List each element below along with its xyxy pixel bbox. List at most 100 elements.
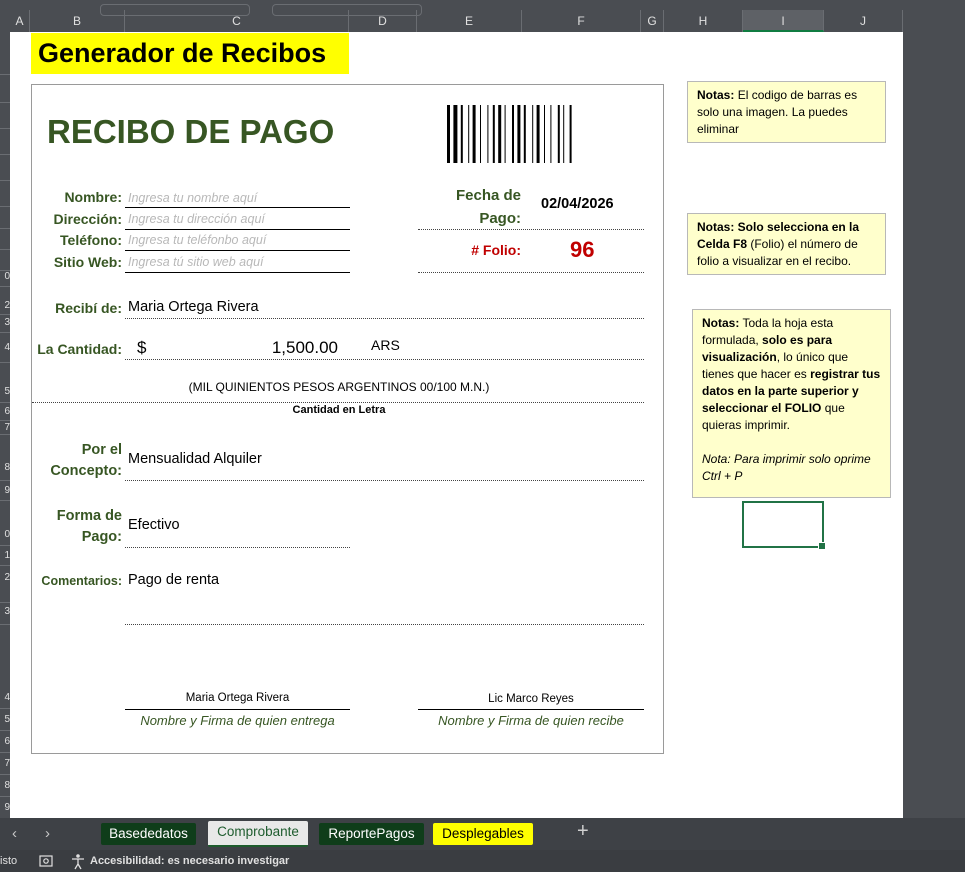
receipt-panel: RECIBO DE PAGO Nombre: Ingresa tu nombre… (31, 84, 664, 754)
telefono-label: Teléfono: (60, 232, 122, 248)
note-instructions[interactable]: Notas: Toda la hoja esta formulada, solo… (692, 309, 891, 498)
accessibility-icon[interactable] (70, 850, 86, 872)
concepto-label-line2: Concepto: (50, 463, 122, 479)
column-header-i[interactable]: I (743, 10, 824, 32)
fecha-label-line1: Fecha de (455, 187, 521, 204)
comentarios-label: Comentarios: (41, 574, 122, 588)
row-number[interactable]: 9 (0, 485, 10, 496)
row-number[interactable]: 7 (0, 758, 10, 769)
entrega-caption: Nombre y Firma de quien entrega (140, 713, 335, 728)
direccion-underline (125, 229, 350, 230)
sheet-tabs-bar: ‹ › Basededatos Comprobante ReportePagos… (0, 818, 965, 850)
fecha-value[interactable]: 02/04/2026 (541, 196, 614, 212)
row-number[interactable]: 8 (0, 462, 10, 473)
column-header-bar: A B C D E F G H I J (10, 4, 903, 32)
status-bar: isto Accesibilidad: es necesario investi… (0, 850, 965, 872)
recibi-underline (125, 318, 644, 319)
row-number[interactable]: 8 (0, 780, 10, 791)
row-number[interactable]: 3 (0, 317, 10, 328)
barcode-bar (487, 105, 489, 163)
web-input[interactable]: Ingresa tú sitio web aquí (128, 255, 264, 269)
concepto-underline (125, 480, 644, 481)
amount-value[interactable]: 1,500.00 (242, 338, 338, 358)
barcode-bar (532, 105, 534, 163)
barcode-bar (447, 105, 450, 163)
sheet-view-icon[interactable] (38, 850, 54, 872)
row-number[interactable]: 7 (0, 422, 10, 433)
row-number[interactable]: 0 (0, 271, 10, 282)
receipt-heading: RECIBO DE PAGO (47, 113, 335, 150)
comentarios-value[interactable]: Pago de renta (128, 572, 219, 588)
column-header-f[interactable]: F (522, 10, 641, 32)
column-header-b[interactable]: B (30, 10, 125, 32)
row-number[interactable]: 1 (0, 550, 10, 561)
column-header-e[interactable]: E (417, 10, 522, 32)
column-header-j[interactable]: J (824, 10, 903, 32)
row-number[interactable]: 5 (0, 714, 10, 725)
add-sheet-icon[interactable]: + (577, 820, 589, 843)
telefono-input[interactable]: Ingresa tu teléfonbo aquí (128, 233, 266, 247)
row-number[interactable]: 5 (0, 386, 10, 397)
concepto-value[interactable]: Mensualidad Alquiler (128, 451, 262, 467)
note-barcode[interactable]: Notas: El codigo de barras es solo una i… (687, 81, 886, 143)
row-number[interactable]: 9 (0, 802, 10, 813)
next-sheet-icon[interactable]: › (45, 825, 50, 842)
tab-basededatos[interactable]: Basededatos (101, 823, 196, 845)
row-number[interactable]: 6 (0, 406, 10, 417)
barcode-bar (544, 105, 545, 163)
row-number[interactable]: 6 (0, 736, 10, 747)
barcode-bar (557, 105, 560, 163)
barcode-bar (512, 105, 514, 163)
folio-value[interactable]: 96 (570, 237, 594, 263)
recibe-name: Lic Marco Reyes (488, 693, 574, 705)
column-header-d[interactable]: D (349, 10, 417, 32)
active-cell-selection[interactable] (742, 501, 826, 550)
entrega-name: Maria Ortega Rivera (185, 692, 290, 704)
prev-sheet-icon[interactable]: ‹ (12, 825, 17, 842)
worksheet-grid[interactable]: Generador de Recibos RECIBO DE PAGO Nomb… (10, 32, 903, 818)
forma-value[interactable]: Efectivo (128, 517, 180, 533)
barcode-image[interactable] (447, 105, 618, 163)
amount-words-caption: Cantidad en Letra (292, 404, 386, 416)
concepto-label-line1: Por el (81, 442, 122, 458)
folio-underline (418, 272, 644, 273)
column-header-g[interactable]: G (641, 10, 664, 32)
row-number[interactable]: 4 (0, 692, 10, 703)
barcode-bar (468, 105, 470, 163)
row-header-strip: 0 2 3 4 5 6 7 8 9 0 1 2 3 4 5 6 7 8 9 (0, 32, 10, 818)
row-number[interactable]: 4 (0, 342, 10, 353)
web-label: Sitio Web: (53, 254, 122, 270)
nombre-input[interactable]: Ingresa tu nombre aquí (128, 191, 257, 205)
column-header-a[interactable]: A (10, 10, 30, 32)
barcode-bar (480, 105, 481, 163)
amount-words-underline (32, 402, 644, 403)
tab-comprobante[interactable]: Comprobante (208, 821, 308, 847)
comentarios-underline (125, 624, 644, 625)
note-instructions-title: Notas: (702, 316, 740, 330)
column-header-c[interactable]: C (125, 10, 349, 32)
web-underline (125, 272, 350, 273)
currency-code: ARS (371, 337, 400, 353)
forma-label-line2: Pago: (81, 529, 122, 545)
cantidad-label: La Cantidad: (37, 341, 122, 357)
tab-desplegables[interactable]: Desplegables (433, 823, 533, 845)
barcode-bar (569, 105, 572, 163)
nombre-underline (125, 207, 350, 208)
recibi-value[interactable]: Maria Ortega Rivera (128, 299, 259, 315)
direccion-label: Dirección: (53, 211, 122, 227)
accessibility-status[interactable]: Accesibilidad: es necesario investigar (90, 850, 289, 872)
row-number[interactable]: 0 (0, 529, 10, 540)
tab-reportepagos[interactable]: ReportePagos (319, 823, 424, 845)
row-number[interactable]: 3 (0, 606, 10, 617)
note-folio[interactable]: Notas: Solo selecciona en la Celda F8 (F… (687, 213, 886, 275)
telefono-underline (125, 250, 350, 251)
status-ready: isto (0, 855, 18, 867)
note-instructions-print-tip: Nota: Para imprimir solo oprime Ctrl + P (702, 452, 871, 483)
row-number[interactable]: 2 (0, 300, 10, 311)
entrega-signature-line (125, 709, 350, 710)
barcode-bar (453, 105, 458, 163)
column-header-h[interactable]: H (664, 10, 743, 32)
fecha-label: Fecha de Pago: (421, 184, 521, 230)
direccion-input[interactable]: Ingresa tu dirección aquí (128, 212, 265, 226)
row-number[interactable]: 2 (0, 572, 10, 583)
